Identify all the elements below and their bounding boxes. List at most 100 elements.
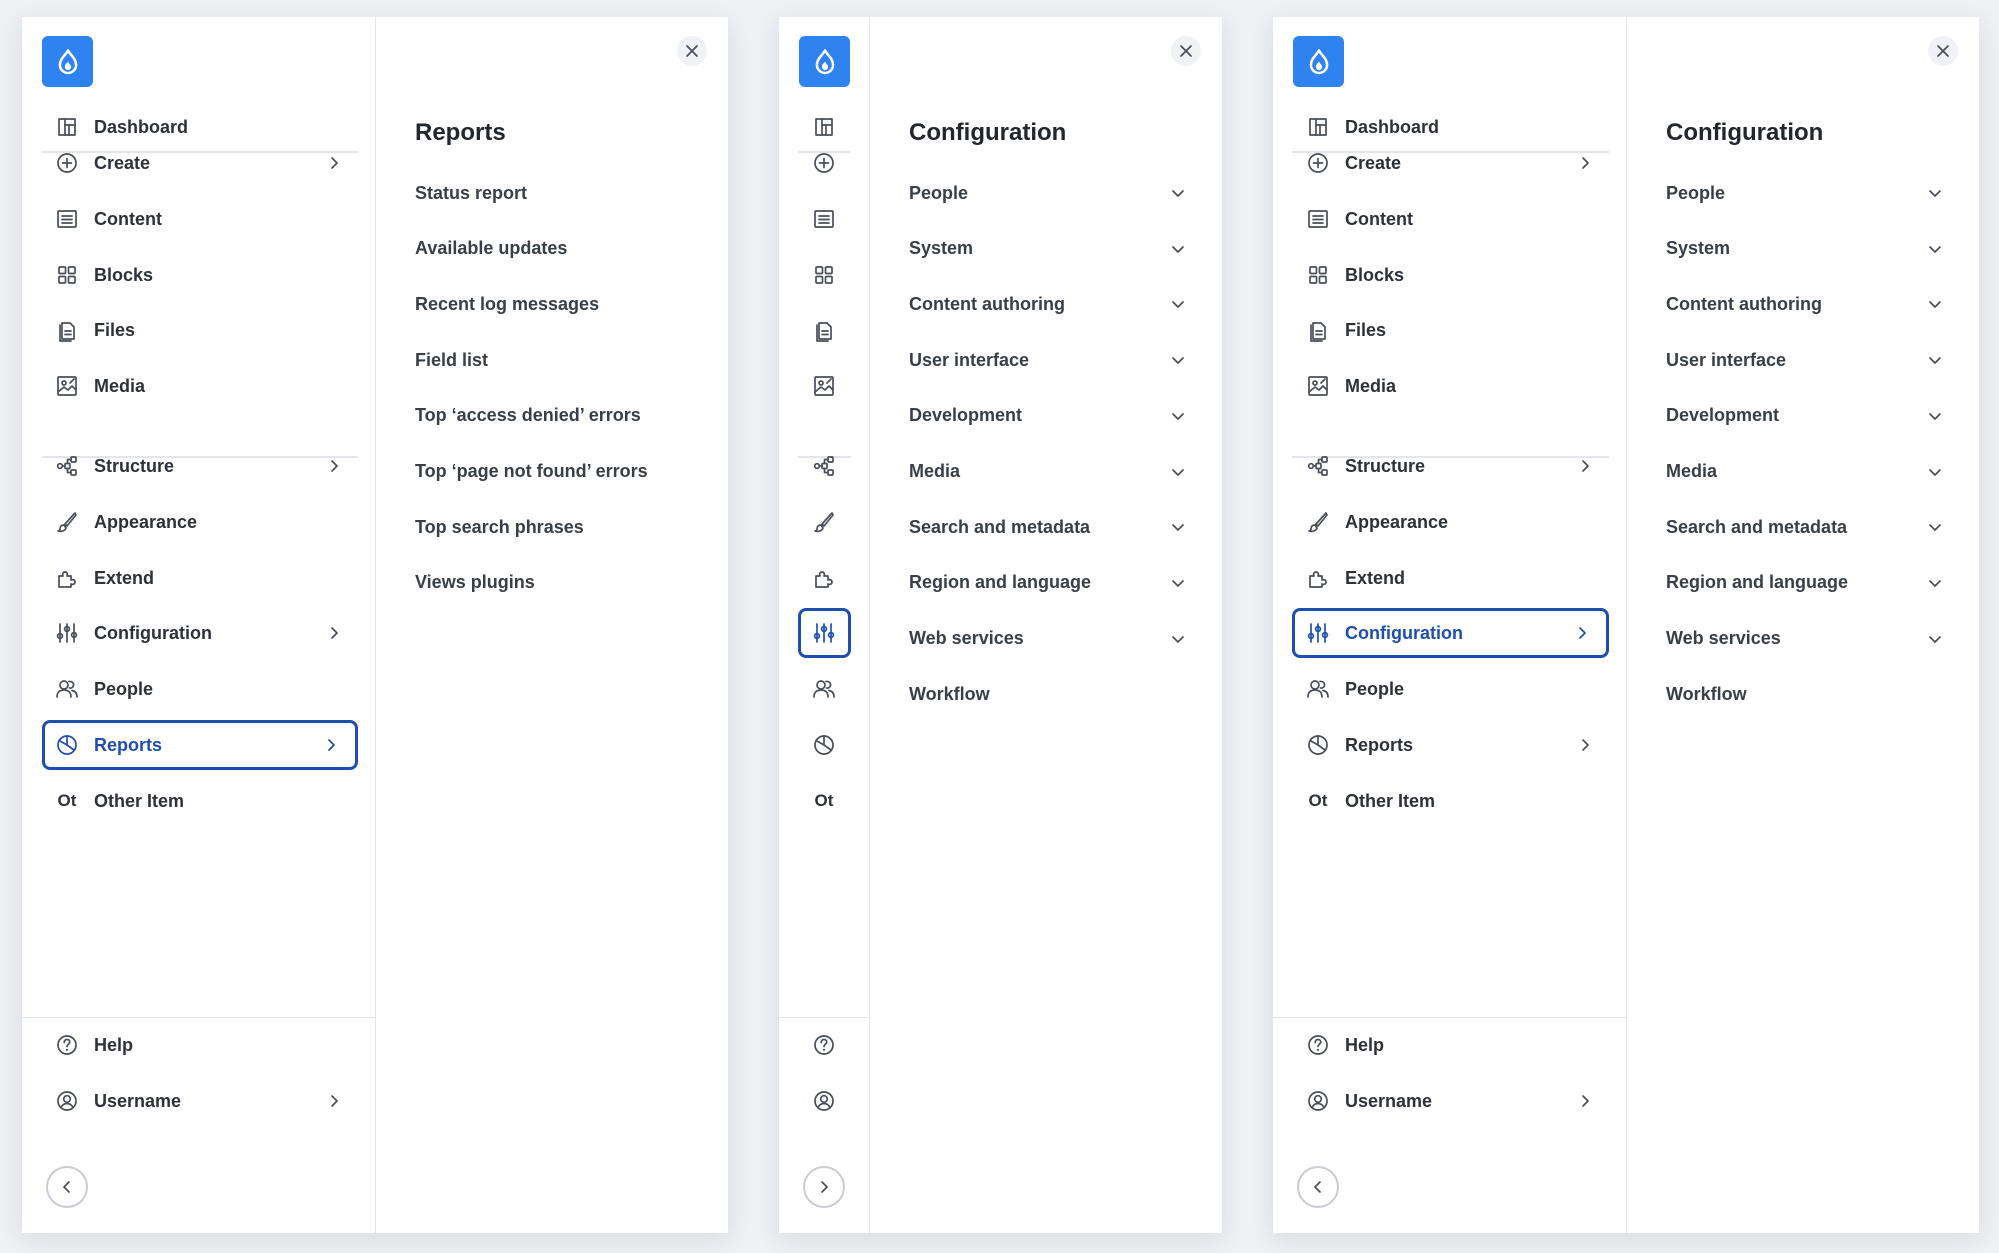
structure-icon	[811, 453, 837, 479]
user-menu[interactable]	[798, 1076, 851, 1126]
sidebar-item-configuration[interactable]: Configuration	[42, 608, 358, 658]
sidebar-item-reports[interactable]	[798, 720, 851, 770]
sidebar-item-people[interactable]: People	[1292, 664, 1609, 714]
sidebar-item-content[interactable]	[798, 194, 851, 244]
submenu-item-development[interactable]: Development	[1666, 398, 1945, 434]
chevron-down-icon	[1925, 406, 1945, 426]
sidebar-item-other-item[interactable]: Ot Other Item	[42, 776, 358, 826]
submenu-item-content-authoring[interactable]: Content authoring	[909, 286, 1188, 322]
submenu-item-workflow[interactable]: Workflow	[1666, 676, 1945, 712]
submenu-item-web-services[interactable]: Web services	[1666, 621, 1945, 657]
help-link[interactable]: Help	[42, 1020, 358, 1070]
sidebar-item-blocks[interactable]: Blocks	[1292, 250, 1609, 300]
submenu-item-user-interface[interactable]: User interface	[1666, 342, 1945, 378]
files-icon	[811, 317, 837, 343]
submenu-item-top-access-denied-errors[interactable]: Top ‘access denied’ errors	[415, 398, 694, 434]
nav-panel: Dashboard Create Content Blocks Files Media St…	[22, 17, 728, 1233]
submenu-item-media[interactable]: Media	[909, 454, 1188, 490]
submenu-item-search-and-metadata[interactable]: Search and metadata	[909, 509, 1188, 545]
sidebar-item-extend[interactable]: Extend	[1292, 553, 1609, 603]
sidebar-item-blocks[interactable]	[798, 250, 851, 300]
submenu-item-views-plugins[interactable]: Views plugins	[415, 565, 694, 601]
sidebar-item-files[interactable]	[798, 305, 851, 355]
dashboard-icon	[1305, 114, 1331, 140]
user-menu[interactable]: Username	[1292, 1076, 1609, 1126]
sidebar-item-label: Configuration	[94, 622, 212, 643]
submenu-item-region-and-language[interactable]: Region and language	[1666, 565, 1945, 601]
reports-icon	[1305, 732, 1331, 758]
sidebar-item-create[interactable]: Create	[42, 138, 358, 188]
submenu-item-label: People	[1666, 182, 1726, 203]
submenu-item-available-updates[interactable]: Available updates	[415, 231, 694, 267]
submenu-item-web-services[interactable]: Web services	[909, 621, 1188, 657]
sidebar-item-content[interactable]: Content	[1292, 194, 1609, 244]
submenu-item-media[interactable]: Media	[1666, 454, 1945, 490]
sidebar-item-people[interactable]: People	[42, 664, 358, 714]
dashboard-icon	[811, 114, 837, 140]
sidebar-item-other-item[interactable]: Ot Other Item	[1292, 776, 1609, 826]
submenu-item-people[interactable]: People	[1666, 175, 1945, 211]
sidebar-item-structure[interactable]: Structure	[42, 441, 358, 491]
collapse-sidebar-button[interactable]	[1297, 1166, 1339, 1208]
submenu-item-user-interface[interactable]: User interface	[909, 342, 1188, 378]
collapse-sidebar-button[interactable]	[46, 1166, 88, 1208]
chevron-down-icon	[1168, 294, 1188, 314]
submenu-item-search-and-metadata[interactable]: Search and metadata	[1666, 509, 1945, 545]
close-submenu-button[interactable]	[677, 36, 707, 66]
structure-icon	[1305, 453, 1331, 479]
drupal-logo[interactable]	[1293, 36, 1344, 87]
drupal-logo[interactable]	[799, 36, 850, 87]
user-icon	[54, 1088, 80, 1114]
submenu-item-top-search-phrases[interactable]: Top search phrases	[415, 509, 694, 545]
chevron-down-icon	[1925, 239, 1945, 259]
sidebar-item-configuration[interactable]	[798, 608, 851, 658]
close-submenu-button[interactable]	[1928, 36, 1958, 66]
sidebar-item-reports[interactable]: Reports	[1292, 720, 1609, 770]
sidebar-item-files[interactable]: Files	[42, 305, 358, 355]
sidebar-item-content[interactable]: Content	[42, 194, 358, 244]
people-icon	[1305, 676, 1331, 702]
submenu-item-region-and-language[interactable]: Region and language	[909, 565, 1188, 601]
sidebar-item-structure[interactable]: Structure	[1292, 441, 1609, 491]
expand-sidebar-button[interactable]	[803, 1166, 845, 1208]
submenu-item-system[interactable]: System	[909, 231, 1188, 267]
sidebar-item-extend[interactable]	[798, 553, 851, 603]
sidebar-item-media[interactable]: Media	[42, 361, 358, 411]
sidebar-item-other-item[interactable]: Ot	[798, 776, 851, 826]
help-link[interactable]: Help	[1292, 1020, 1609, 1070]
submenu-item-workflow[interactable]: Workflow	[909, 676, 1188, 712]
submenu-item-top-page-not-found-errors[interactable]: Top ‘page not found’ errors	[415, 454, 694, 490]
drop-icon	[815, 48, 834, 74]
sidebar-item-files[interactable]: Files	[1292, 305, 1609, 355]
blocks-icon	[1305, 262, 1331, 288]
sidebar-item-media[interactable]: Media	[1292, 361, 1609, 411]
sidebar-item-media[interactable]	[798, 361, 851, 411]
sidebar-item-blocks[interactable]: Blocks	[42, 250, 358, 300]
sidebar-item-extend[interactable]: Extend	[42, 553, 358, 603]
user-menu[interactable]: Username	[42, 1076, 358, 1126]
submenu-item-label: Media	[1666, 461, 1718, 481]
sidebar-item-reports[interactable]: Reports	[42, 720, 358, 770]
submenu-item-system[interactable]: System	[1666, 231, 1945, 267]
sidebar-item-appearance[interactable]: Appearance	[42, 497, 358, 547]
sidebar-item-appearance[interactable]: Appearance	[1292, 497, 1609, 547]
submenu-item-people[interactable]: People	[909, 175, 1188, 211]
submenu-item-field-list[interactable]: Field list	[415, 342, 694, 378]
chevron-down-icon	[1925, 629, 1945, 649]
sidebar-item-structure[interactable]	[798, 441, 851, 491]
submenu-item-content-authoring[interactable]: Content authoring	[1666, 286, 1945, 322]
sidebar-item-create[interactable]: Create	[1292, 138, 1609, 188]
sidebar-item-people[interactable]	[798, 664, 851, 714]
submenu-item-recent-log-messages[interactable]: Recent log messages	[415, 286, 694, 322]
plus-circle-icon	[811, 150, 837, 176]
close-submenu-button[interactable]	[1171, 36, 1201, 66]
help-link[interactable]	[798, 1020, 851, 1070]
sidebar-item-create[interactable]	[798, 138, 851, 188]
sidebar-item-appearance[interactable]	[798, 497, 851, 547]
submenu-item-development[interactable]: Development	[909, 398, 1188, 434]
drupal-logo[interactable]	[42, 36, 93, 87]
sidebar-item-configuration[interactable]: Configuration	[1292, 608, 1609, 658]
submenu-item-status-report[interactable]: Status report	[415, 175, 694, 211]
submenu-item-label: Web services	[909, 628, 1024, 649]
sidebar-item-label: Content	[94, 208, 162, 229]
